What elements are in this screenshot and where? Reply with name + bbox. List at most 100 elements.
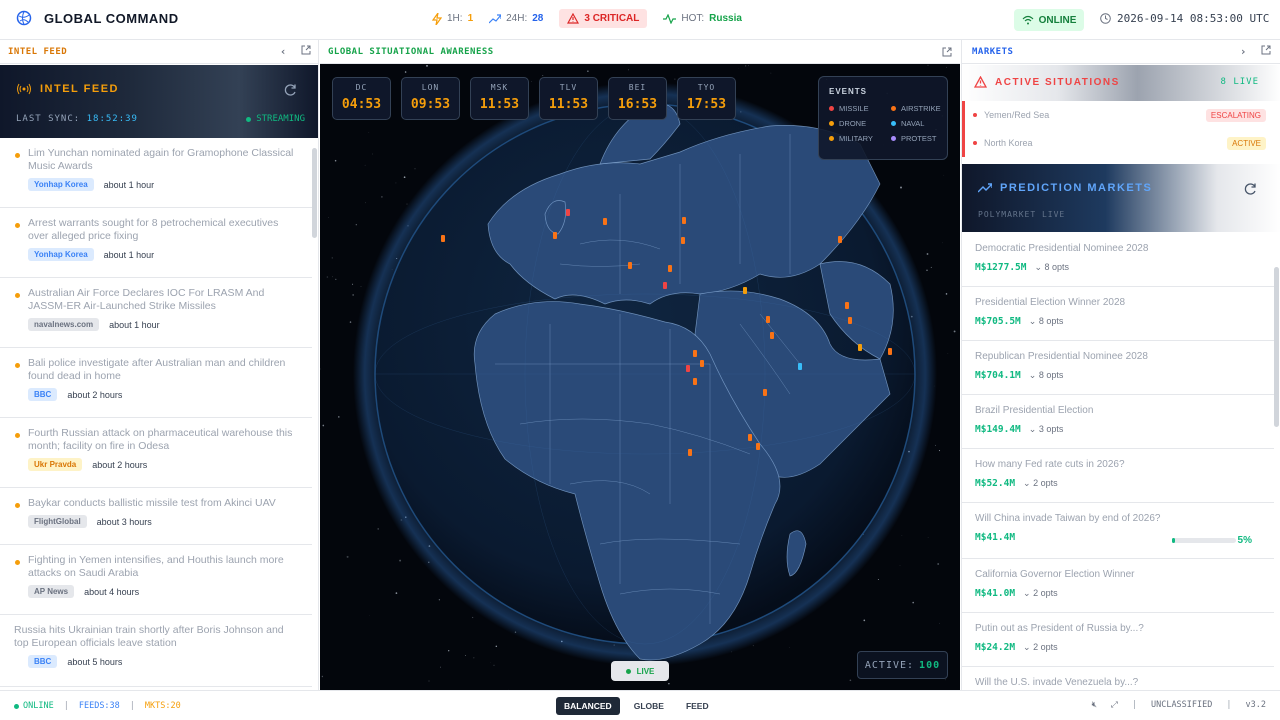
source-badge[interactable]: Yonhap Korea <box>28 248 94 261</box>
market-item[interactable]: Brazil Presidential Election M$149.4M ⌄ 3 … <box>962 395 1274 449</box>
market-options[interactable]: ⌄ 2 opts <box>1023 588 1058 599</box>
event-marker[interactable] <box>858 344 862 351</box>
market-options[interactable]: ⌄ 2 opts <box>1023 478 1058 489</box>
event-marker[interactable] <box>763 389 767 396</box>
market-item[interactable]: Will the U.S. invade Venezuela by...? <box>962 667 1274 690</box>
event-marker[interactable] <box>663 282 667 289</box>
prediction-title: PREDICTION MARKETS <box>1000 182 1153 194</box>
market-item[interactable]: Putin out as President of Russia by...? M… <box>962 613 1274 667</box>
markets-external-link-icon[interactable] <box>1261 45 1271 55</box>
feed-item[interactable]: Lim Yunchan nominated again for Gramopho… <box>0 138 312 208</box>
event-marker[interactable] <box>798 363 802 370</box>
prediction-refresh-icon[interactable] <box>1243 182 1257 196</box>
fullscreen-icon[interactable]: ⤢ <box>1111 700 1118 710</box>
market-item[interactable]: Democratic Presidential Nominee 2028 M$12… <box>962 233 1274 287</box>
feed-item[interactable]: Bali police investigate after Australian… <box>0 348 312 418</box>
market-item[interactable]: Presidential Election Winner 2028 M$705.5… <box>962 287 1274 341</box>
source-badge[interactable]: navalnews.com <box>28 318 100 331</box>
clock-time: 11:53 <box>479 97 520 112</box>
feed-time: about 1 hour <box>109 319 160 330</box>
event-marker[interactable] <box>743 287 747 294</box>
legend-label: DRONE <box>839 119 867 128</box>
feed-item-dot <box>15 503 20 508</box>
globe-external-link-icon[interactable] <box>942 47 952 57</box>
feed-headline: Russia hits Ukrainian train shortly afte… <box>14 624 284 649</box>
chevron-down-icon: ⌄ <box>1023 478 1034 488</box>
market-options[interactable]: ⌄ 8 opts <box>1034 262 1069 273</box>
mode-balanced[interactable]: BALANCED <box>556 697 620 715</box>
event-marker[interactable] <box>693 378 697 385</box>
market-item[interactable]: Will China invade Taiwan by end of 2026?… <box>962 503 1274 559</box>
market-question: Republican Presidential Nominee 2028 <box>975 351 1148 362</box>
mute-icon[interactable]: 🔇︎ <box>1092 700 1097 710</box>
event-marker[interactable] <box>566 209 570 216</box>
event-marker[interactable] <box>693 350 697 357</box>
market-options[interactable]: ⌄ 8 opts <box>1029 370 1064 381</box>
market-item[interactable]: Republican Presidential Nominee 2028 M$70… <box>962 341 1274 395</box>
situation-dot <box>973 113 977 117</box>
clock-city: TLV <box>559 83 578 92</box>
feed-item[interactable]: Baykar conducts ballistic missile test f… <box>0 488 312 545</box>
event-marker[interactable] <box>688 449 692 456</box>
refresh-icon[interactable] <box>283 83 297 97</box>
event-marker[interactable] <box>553 232 557 239</box>
feed-item[interactable]: Fourth Russian attack on pharmaceutical … <box>0 418 312 488</box>
source-badge[interactable]: BBC <box>28 388 58 401</box>
event-marker[interactable] <box>845 302 849 309</box>
event-marker[interactable] <box>748 434 752 441</box>
event-marker[interactable] <box>603 218 607 225</box>
feed-meta: BBC about 5 hours <box>14 655 298 668</box>
market-options[interactable]: ⌄ 8 opts <box>1029 316 1064 327</box>
situation-row[interactable]: North Korea ACTIVE <box>962 129 1274 157</box>
feed-item[interactable]: Fighting in Yemen intensifies, and Houth… <box>0 545 312 615</box>
source-badge[interactable]: FlightGlobal <box>28 515 87 528</box>
mode-feed[interactable]: FEED <box>678 697 717 715</box>
market-values: M$704.1M ⌄ 8 opts <box>975 370 1262 381</box>
event-marker[interactable] <box>681 237 685 244</box>
event-marker[interactable] <box>848 317 852 324</box>
market-opts: 8 opts <box>1038 316 1064 326</box>
legend-title: EVENTS <box>829 87 868 96</box>
event-marker[interactable] <box>888 348 892 355</box>
mode-globe[interactable]: GLOBE <box>626 697 672 715</box>
feed-item[interactable]: Arrest warrants sought for 8 petrochemic… <box>0 208 312 278</box>
critical-badge[interactable]: 3 CRITICAL <box>559 9 648 28</box>
event-marker[interactable] <box>756 443 760 450</box>
feed-meta: AP News about 4 hours <box>14 585 298 598</box>
stat-24h-label: 24H: <box>506 13 528 24</box>
market-item[interactable]: How many Fed rate cuts in 2026? M$52.4M ⌄ … <box>962 449 1274 503</box>
collapse-right-icon[interactable]: › <box>1240 45 1247 58</box>
source-badge[interactable]: Yonhap Korea <box>28 178 94 191</box>
feed-scrollbar[interactable] <box>312 148 317 238</box>
feed-headline: Arrest warrants sought for 8 petrochemic… <box>28 217 279 242</box>
legend-label: MISSILE <box>839 104 869 113</box>
market-options[interactable]: ⌄ 3 opts <box>1029 424 1064 435</box>
source-badge[interactable]: AP News <box>28 585 75 598</box>
collapse-left-icon[interactable]: ‹ <box>280 45 287 58</box>
feed-item[interactable]: Australian Air Force Declares IOC For LR… <box>0 278 312 348</box>
events-legend: EVENTS MISSILE AIRSTRIKE DRONE NAVAL MILITAR… <box>818 76 948 160</box>
clock-city: TYO <box>697 83 716 92</box>
event-marker[interactable] <box>668 265 672 272</box>
stat-24h-value: 28 <box>532 13 544 24</box>
market-options[interactable]: ⌄ 2 opts <box>1023 642 1058 653</box>
market-volume: M$41.0M <box>975 588 1016 599</box>
feed-item[interactable]: Russia hits Ukrainian train shortly afte… <box>0 615 312 687</box>
source-badge[interactable]: Ukr Pravda <box>28 458 83 471</box>
event-marker[interactable] <box>441 235 445 242</box>
event-marker[interactable] <box>838 236 842 243</box>
event-marker[interactable] <box>770 332 774 339</box>
event-marker[interactable] <box>700 360 704 367</box>
situation-row[interactable]: Yemen/Red Sea ESCALATING <box>962 101 1274 129</box>
event-marker[interactable] <box>682 217 686 224</box>
market-item[interactable]: California Governor Election Winner M$41.… <box>962 559 1274 613</box>
event-marker[interactable] <box>766 316 770 323</box>
external-link-icon[interactable] <box>301 45 311 55</box>
event-marker[interactable] <box>628 262 632 269</box>
source-badge[interactable]: BBC <box>28 655 58 668</box>
markets-scrollbar[interactable] <box>1274 267 1279 427</box>
live-button[interactable]: LIVE <box>611 661 669 681</box>
stat-hot-label: HOT: <box>681 13 705 24</box>
event-marker[interactable] <box>686 365 690 372</box>
prediction-subtitle: POLYMARKET LIVE <box>978 210 1066 219</box>
